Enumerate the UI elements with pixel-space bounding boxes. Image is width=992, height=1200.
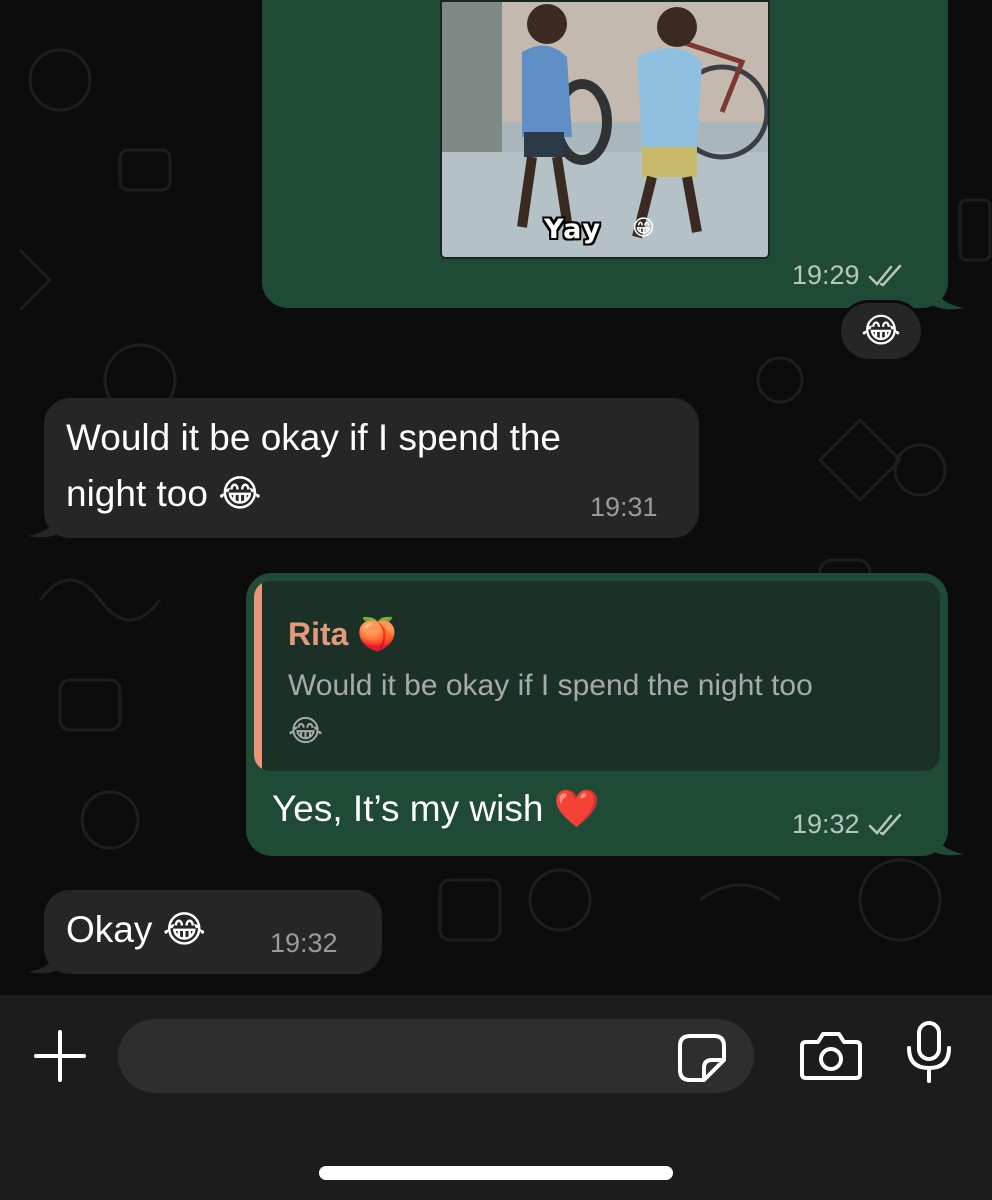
- outgoing-reply-message[interactable]: Rita 🍑 Would it be okay if I spend the n…: [246, 573, 948, 856]
- message-time: 19:29: [792, 260, 860, 290]
- bubble-tail: [930, 830, 964, 856]
- message-text: Okay 😂: [66, 909, 206, 950]
- sticker-icon[interactable]: [676, 1032, 728, 1084]
- gif-caption-emoji: 😁: [632, 216, 655, 241]
- gif-image: [442, 2, 768, 257]
- camera-icon[interactable]: [800, 1028, 862, 1082]
- message-text-line: Would it be okay if I spend the: [66, 417, 562, 458]
- incoming-message[interactable]: Okay 😂 19:32: [44, 890, 382, 974]
- gif-caption: Yay: [544, 214, 603, 245]
- message-reaction[interactable]: 😂: [838, 300, 924, 362]
- message-meta: 19:29: [792, 260, 906, 291]
- outgoing-media-message[interactable]: Yay 😁 19:29: [262, 0, 948, 308]
- bubble-tail: [28, 512, 62, 538]
- microphone-icon[interactable]: [904, 1020, 954, 1084]
- gif-thumbnail[interactable]: Yay 😁: [440, 0, 770, 259]
- read-receipt-icon: [868, 264, 901, 287]
- message-text: Yes, It’s my wish ❤️: [272, 788, 600, 829]
- incoming-message[interactable]: Would it be okay if I spend the night to…: [44, 398, 699, 538]
- chat-area: Yay 😁 19:29 😂 Would it be okay if I spen…: [0, 0, 992, 995]
- message-time: 19:32: [270, 928, 338, 958]
- quote-accent-bar: [254, 581, 262, 771]
- message-text-line: night too 😂: [66, 473, 262, 514]
- message-meta: 19:32: [792, 809, 906, 840]
- quote-author: Rita 🍑: [288, 616, 398, 652]
- message-time: 19:32: [792, 809, 860, 839]
- quote-text-line: 😂: [288, 715, 324, 748]
- quote-text: Would it be okay if I spend the night to…: [288, 663, 928, 755]
- reaction-emoji: 😂: [861, 311, 901, 351]
- message-time: 19:31: [590, 492, 658, 522]
- bubble-tail: [28, 948, 62, 974]
- quoted-message[interactable]: Rita 🍑 Would it be okay if I spend the n…: [254, 581, 940, 771]
- message-input[interactable]: [118, 1019, 754, 1093]
- quote-text-line: Would it be okay if I spend the night to…: [288, 669, 813, 702]
- read-receipt-icon: [868, 813, 901, 836]
- bubble-tail: [930, 284, 964, 310]
- message-text: Would it be okay if I spend the night to…: [66, 410, 561, 522]
- home-indicator[interactable]: [319, 1166, 673, 1180]
- plus-icon[interactable]: [32, 1028, 88, 1084]
